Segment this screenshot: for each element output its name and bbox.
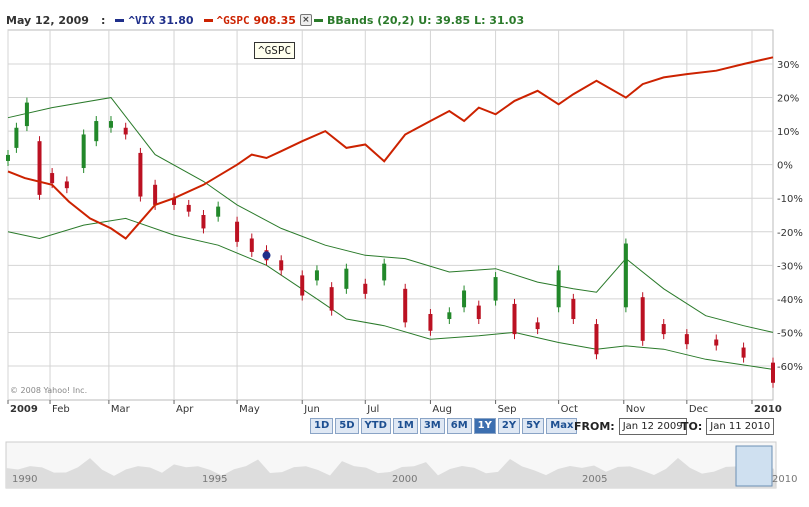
- vix-candle: [138, 152, 143, 197]
- vix-candle: [153, 184, 158, 205]
- range-button-1d[interactable]: 1D: [310, 418, 334, 434]
- vix-candle: [535, 322, 540, 330]
- vix-candle: [94, 121, 99, 142]
- vix-candle: [571, 298, 576, 320]
- x-tick-label: Mar: [111, 404, 131, 415]
- range-button-6m[interactable]: 6M: [446, 418, 472, 434]
- vix-candle: [24, 102, 29, 127]
- vix-candle: [14, 127, 19, 148]
- range-button-ytd[interactable]: YTD: [360, 418, 391, 434]
- to-date-input[interactable]: Jan 11 2010: [706, 418, 775, 435]
- y-tick-label: -30%: [777, 261, 803, 272]
- vix-candle: [300, 275, 305, 296]
- x-tick-label: Oct: [561, 404, 578, 415]
- vix-candle: [493, 277, 498, 301]
- from-date-group: FROM: Jan 12 2009: [574, 418, 687, 435]
- vix-candle: [123, 127, 128, 135]
- plot-frame: [7, 29, 774, 401]
- y-tick-label: -10%: [777, 194, 803, 205]
- vix-candle: [684, 334, 689, 345]
- vix-candle: [741, 347, 746, 358]
- vix-candle: [403, 288, 408, 323]
- y-tick-label: 0%: [777, 161, 793, 172]
- vix-candle: [476, 305, 481, 320]
- vix-candle: [201, 215, 206, 229]
- range-button-5d[interactable]: 5D: [335, 418, 359, 434]
- vix-candle: [216, 206, 221, 217]
- vix-candle: [235, 221, 240, 242]
- vix-candle: [447, 312, 452, 320]
- vix-candle: [382, 263, 387, 281]
- vix-candle: [462, 290, 467, 308]
- y-tick-label: -50%: [777, 328, 803, 339]
- vix-candle: [594, 324, 599, 355]
- vix-candle: [249, 238, 254, 252]
- overview-selection-window: [735, 445, 773, 487]
- y-tick-label: 20%: [777, 94, 799, 105]
- vix-candle: [50, 173, 55, 184]
- range-button-max[interactable]: Max: [546, 418, 578, 434]
- vix-candle: [6, 154, 10, 161]
- x-tick-label: Jun: [303, 404, 320, 415]
- selected-point-marker: [262, 251, 271, 260]
- from-date-input[interactable]: Jan 12 2009: [618, 418, 687, 435]
- range-button-5y[interactable]: 5Y: [522, 418, 545, 434]
- x-tick-label: Apr: [176, 404, 194, 415]
- range-button-1m[interactable]: 1M: [392, 418, 418, 434]
- vix-candle: [363, 283, 368, 294]
- gspc-tooltip: ^GSPC: [254, 42, 296, 59]
- vix-candle: [771, 362, 775, 383]
- vix-candle: [512, 303, 517, 335]
- y-tick-label: 30%: [777, 60, 799, 71]
- x-tick-label: Jul: [366, 404, 379, 415]
- vix-candle: [344, 268, 349, 289]
- to-date-group: TO: Jan 11 2010: [681, 418, 775, 435]
- x-tick-label: Dec: [689, 404, 708, 415]
- vix-candle: [623, 243, 628, 308]
- y-tick-label: 10%: [777, 127, 799, 138]
- from-label: FROM:: [574, 420, 615, 433]
- to-label: TO:: [681, 420, 703, 433]
- range-button-1y[interactable]: 1Y: [473, 418, 496, 434]
- overview-year-label: 1990: [12, 474, 37, 485]
- overview-year-label: 2005: [582, 474, 607, 485]
- vix-candle: [640, 297, 645, 341]
- y-tick-label: -40%: [777, 295, 803, 306]
- vix-candle: [428, 313, 433, 331]
- x-tick-label: Sep: [498, 404, 517, 415]
- x-tick-label: Feb: [52, 404, 70, 415]
- vix-candle: [556, 270, 561, 308]
- y-tick-label: -20%: [777, 228, 803, 239]
- vix-candle: [329, 287, 334, 311]
- x-tick-label: May: [239, 404, 260, 415]
- overview-year-label: 1995: [202, 474, 227, 485]
- overview-year-label: 2010: [772, 474, 797, 485]
- vix-candle: [314, 270, 319, 281]
- vix-candle: [714, 339, 719, 346]
- x-tick-label: 2010: [754, 404, 782, 415]
- range-button-2y[interactable]: 2Y: [497, 418, 521, 434]
- vix-candle: [186, 204, 191, 212]
- vix-candle: [279, 260, 284, 271]
- y-tick-label: -60%: [777, 362, 803, 373]
- vix-candle: [64, 181, 69, 189]
- x-tick-label: Nov: [626, 404, 646, 415]
- x-tick-label: 2009: [10, 404, 38, 415]
- range-button-3m[interactable]: 3M: [419, 418, 445, 434]
- vix-candle: [108, 121, 113, 128]
- vix-candle: [81, 134, 86, 169]
- range-toolbar: 1D 5D YTD 1M 3M 6M 1Y 2Y 5Y Max: [310, 418, 579, 434]
- vix-candle: [37, 141, 42, 195]
- overview-year-label: 2000: [392, 474, 417, 485]
- vix-candle: [661, 324, 666, 335]
- x-tick-label: Aug: [432, 404, 452, 415]
- copyright: © 2008 Yahoo! Inc.: [10, 386, 88, 395]
